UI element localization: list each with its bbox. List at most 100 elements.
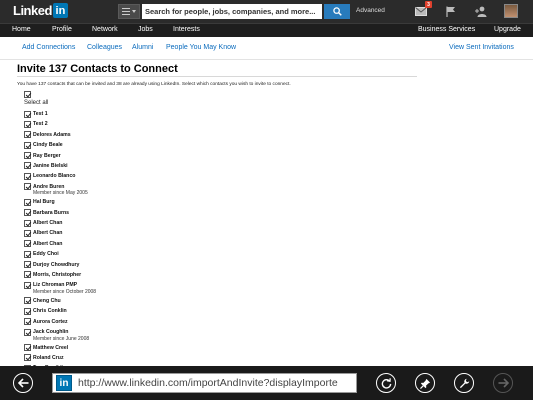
- subnav-view-sent-invitations[interactable]: View Sent Invitations: [449, 44, 514, 51]
- contact-row: Cheng Chu: [24, 297, 324, 307]
- nav-home[interactable]: Home: [12, 26, 31, 33]
- main-nav: Home Profile Network Jobs Interests Busi…: [0, 23, 533, 37]
- contact-info: Albert Chan: [33, 219, 62, 228]
- contact-checkbox[interactable]: [24, 131, 31, 139]
- contact-name: Albert Chan: [33, 230, 63, 237]
- contact-checkbox[interactable]: [24, 281, 31, 289]
- contact-info: Liz Chroman PMP Member since October 2008: [33, 281, 96, 295]
- contact-row: Hal Burg: [24, 198, 324, 208]
- contact-row: Matthew Creel: [24, 344, 324, 354]
- contact-name: Cheng Chu: [33, 297, 61, 304]
- search-button[interactable]: [324, 4, 350, 19]
- contact-member-since: Member since May 2005: [33, 190, 88, 197]
- contact-info: Albert Chan: [33, 229, 62, 238]
- search-input[interactable]: [142, 4, 322, 19]
- advanced-search-link[interactable]: Advanced: [356, 7, 385, 14]
- flag-icon: [446, 6, 455, 17]
- search-icon: [332, 7, 342, 16]
- contact-checkbox[interactable]: [24, 198, 31, 206]
- search-scope-dropdown[interactable]: [118, 4, 140, 19]
- contact-info: Test 2: [33, 120, 48, 129]
- subnav-colleagues[interactable]: Colleagues: [87, 44, 122, 51]
- contact-name: Albert Chan: [33, 240, 63, 247]
- contact-name: Morris, Christopher: [33, 271, 82, 278]
- address-bar[interactable]: in http://www.linkedin.com/importAndInvi…: [52, 373, 357, 393]
- contact-row: Andre Buren Member since May 2005: [24, 183, 324, 199]
- contact-name: Delores Adams: [33, 131, 71, 138]
- back-button[interactable]: [13, 373, 33, 393]
- contact-row: Albert Chan: [24, 229, 324, 239]
- intro-text: You have 137 contacts that can be invite…: [17, 82, 291, 87]
- nav-business-services[interactable]: Business Services: [418, 26, 475, 33]
- profile-avatar-button[interactable]: [503, 3, 519, 19]
- contact-checkbox[interactable]: [24, 250, 31, 258]
- contact-row: Chris Conklin: [24, 307, 324, 317]
- contact-info: Chris Conklin: [33, 307, 67, 316]
- contact-name: Eddy Choi: [33, 251, 59, 258]
- contact-info: Andre Buren Member since May 2005: [33, 183, 88, 197]
- subnav-people-you-may-know[interactable]: People You May Know: [166, 44, 236, 51]
- subnav-alumni[interactable]: Alumni: [132, 44, 153, 51]
- contact-checkbox[interactable]: [24, 183, 31, 191]
- contact-checkbox[interactable]: [24, 354, 31, 362]
- select-all-checkbox[interactable]: [24, 91, 31, 98]
- contact-row: Ray Berger: [24, 152, 324, 162]
- contact-checkbox[interactable]: [24, 328, 31, 336]
- linkedin-logo[interactable]: Linked in: [13, 3, 68, 18]
- contact-info: Albert Chan: [33, 240, 62, 249]
- add-connections-button[interactable]: [473, 3, 489, 19]
- logo-text: Linked: [13, 3, 52, 18]
- contact-row: Janine Bielski: [24, 162, 324, 172]
- tools-button[interactable]: [454, 373, 474, 393]
- add-person-icon: [475, 6, 487, 17]
- url-text[interactable]: http://www.linkedin.com/importAndInvite?…: [78, 377, 338, 389]
- list-icon: [122, 8, 130, 15]
- contact-checkbox[interactable]: [24, 344, 31, 352]
- nav-profile[interactable]: Profile: [52, 26, 72, 33]
- contact-row: Eddy Choi: [24, 250, 324, 260]
- contact-row: Roland Cruz: [24, 354, 324, 364]
- contact-checkbox[interactable]: [24, 219, 31, 227]
- top-bar: Linked in Advanced 3: [0, 0, 533, 23]
- contact-checkbox[interactable]: [24, 120, 31, 128]
- contact-checkbox[interactable]: [24, 209, 31, 217]
- contact-info: Hal Burg: [33, 198, 55, 207]
- nav-interests[interactable]: Interests: [173, 26, 200, 33]
- pin-button[interactable]: [415, 373, 435, 393]
- forward-button[interactable]: [493, 373, 513, 393]
- select-all-label: Select all: [24, 100, 49, 106]
- refresh-button[interactable]: [376, 373, 396, 393]
- contact-checkbox[interactable]: [24, 172, 31, 180]
- contact-checkbox[interactable]: [24, 162, 31, 170]
- contact-checkbox[interactable]: [24, 240, 31, 248]
- logo-box: in: [52, 3, 68, 18]
- nav-jobs[interactable]: Jobs: [138, 26, 153, 33]
- contact-name: Janine Bielski: [33, 162, 68, 169]
- contact-name: Chris Conklin: [33, 308, 67, 315]
- contact-checkbox[interactable]: [24, 297, 31, 305]
- nav-upgrade[interactable]: Upgrade: [494, 26, 521, 33]
- contact-row: Aurora Cortez: [24, 318, 324, 328]
- contact-name: Cindy Beale: [33, 142, 63, 149]
- contact-row: Morris, Christopher: [24, 271, 324, 281]
- contact-checkbox[interactable]: [24, 229, 31, 237]
- nav-network[interactable]: Network: [92, 26, 118, 33]
- contact-checkbox[interactable]: [24, 261, 31, 269]
- title-divider: [17, 76, 417, 77]
- browser-app-bar: in http://www.linkedin.com/importAndInvi…: [0, 366, 533, 400]
- contact-checkbox[interactable]: [24, 152, 31, 160]
- notifications-button[interactable]: [443, 3, 459, 19]
- contact-checkbox[interactable]: [24, 307, 31, 315]
- contact-name: Barbara Burns: [33, 209, 70, 216]
- contact-checkbox[interactable]: [24, 141, 31, 149]
- contact-info: Delores Adams: [33, 131, 71, 140]
- contact-checkbox[interactable]: [24, 271, 31, 279]
- contact-checkbox[interactable]: [24, 110, 31, 118]
- contact-name: Leonardo Blanco: [33, 173, 76, 180]
- contact-name: Ray Berger: [33, 152, 61, 159]
- subnav-add-connections[interactable]: Add Connections: [22, 44, 75, 51]
- contact-row: Cindy Beale: [24, 141, 324, 151]
- messages-button[interactable]: 3: [413, 1, 432, 19]
- wrench-icon: [459, 378, 469, 388]
- contact-checkbox[interactable]: [24, 318, 31, 326]
